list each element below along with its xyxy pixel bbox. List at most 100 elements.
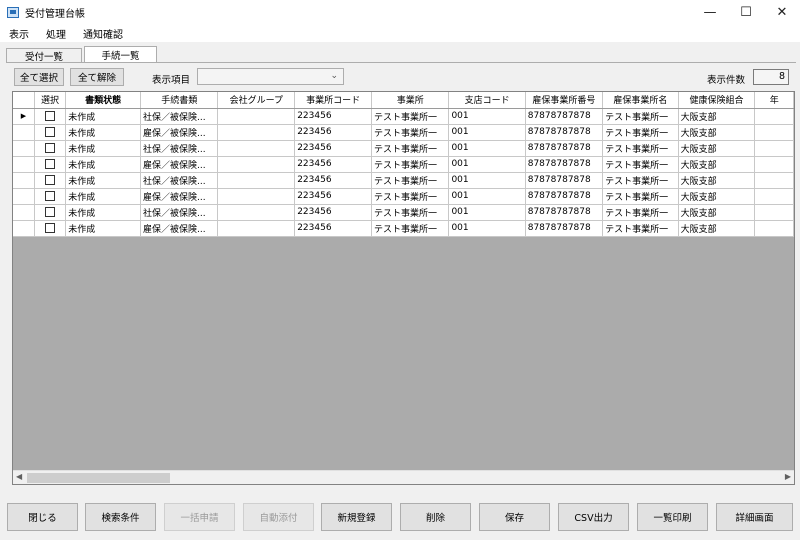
cell-emp-office-name[interactable]: テスト事業所一 bbox=[602, 140, 679, 157]
cell-procedure-document[interactable]: 雇保／被保険... bbox=[140, 156, 219, 173]
cell-emp-office-number[interactable]: 87878787878 bbox=[525, 188, 604, 205]
cell-office-code[interactable]: 223456 bbox=[294, 124, 373, 141]
col-header-office[interactable]: 事業所 bbox=[371, 92, 450, 109]
cell-branch-code[interactable]: 001 bbox=[448, 188, 526, 205]
cell-company-group[interactable] bbox=[217, 204, 296, 221]
menu-view[interactable]: 表示 bbox=[0, 26, 37, 41]
cell-health-insurance[interactable]: 大阪支部 bbox=[678, 172, 756, 189]
cell-office[interactable]: テスト事業所一 bbox=[371, 204, 450, 221]
cell-office-code[interactable]: 223456 bbox=[294, 220, 373, 237]
cell-truncated[interactable] bbox=[754, 204, 794, 221]
cell-document-status[interactable]: 未作成 bbox=[65, 140, 142, 157]
delete-button[interactable]: 削除 bbox=[400, 503, 471, 531]
menu-notification[interactable]: 通知確認 bbox=[74, 26, 131, 41]
cell-company-group[interactable] bbox=[217, 108, 296, 125]
cell-emp-office-number[interactable]: 87878787878 bbox=[525, 108, 604, 125]
select-checkbox[interactable] bbox=[44, 142, 55, 153]
cell-office[interactable]: テスト事業所一 bbox=[371, 108, 450, 125]
cell-office-code[interactable]: 223456 bbox=[294, 204, 373, 221]
new-register-button[interactable]: 新規登録 bbox=[321, 503, 392, 531]
table-row[interactable]: 未作成 雇保／被保険... 223456 テスト事業所一 001 87878787878 テ… bbox=[13, 124, 794, 141]
cell-company-group[interactable] bbox=[217, 220, 296, 237]
select-checkbox[interactable] bbox=[44, 158, 55, 169]
data-grid[interactable]: 選択 書類状態 手続書類 会社グループ 事業所コード 事業所 支店コード 雇保事… bbox=[12, 91, 795, 485]
cell-document-status[interactable]: 未作成 bbox=[65, 204, 142, 221]
cell-procedure-document[interactable]: 雇保／被保険... bbox=[140, 124, 219, 141]
cell-branch-code[interactable]: 001 bbox=[448, 108, 526, 125]
cell-office-code[interactable]: 223456 bbox=[294, 140, 373, 157]
col-header-select[interactable]: 選択 bbox=[34, 92, 67, 109]
cell-emp-office-number[interactable]: 87878787878 bbox=[525, 140, 604, 157]
cell-truncated[interactable] bbox=[754, 156, 794, 173]
save-button[interactable]: 保存 bbox=[479, 503, 550, 531]
table-row[interactable]: 未作成 雇保／被保険... 223456 テスト事業所一 001 87878787878 テ… bbox=[13, 220, 794, 237]
col-header-emp-office-name[interactable]: 雇保事業所名 bbox=[602, 92, 679, 109]
select-all-button[interactable]: 全て選択 bbox=[14, 68, 64, 86]
row-header[interactable] bbox=[13, 140, 35, 157]
cell-health-insurance[interactable]: 大阪支部 bbox=[678, 204, 756, 221]
search-conditions-button[interactable]: 検索条件 bbox=[85, 503, 156, 531]
cell-emp-office-number[interactable]: 87878787878 bbox=[525, 172, 604, 189]
table-row[interactable]: 未作成 社保／被保険... 223456 テスト事業所一 001 87878787878 テ… bbox=[13, 172, 794, 189]
col-header-health-insurance[interactable]: 健康保険組合 bbox=[678, 92, 756, 109]
display-item-select[interactable]: ⌄ bbox=[197, 68, 344, 85]
cell-emp-office-number[interactable]: 87878787878 bbox=[525, 124, 604, 141]
maximize-button[interactable]: ☐ bbox=[728, 0, 764, 24]
horizontal-scrollbar[interactable]: ◀ ▶ bbox=[13, 470, 794, 484]
cell-procedure-document[interactable]: 社保／被保険... bbox=[140, 204, 219, 221]
scroll-left-icon[interactable]: ◀ bbox=[16, 472, 22, 481]
scroll-thumb[interactable] bbox=[27, 473, 170, 483]
col-header-company-group[interactable]: 会社グループ bbox=[217, 92, 296, 109]
deselect-all-button[interactable]: 全て解除 bbox=[70, 68, 124, 86]
cell-office[interactable]: テスト事業所一 bbox=[371, 156, 450, 173]
cell-truncated[interactable] bbox=[754, 140, 794, 157]
cell-emp-office-name[interactable]: テスト事業所一 bbox=[602, 188, 679, 205]
close-button[interactable]: 閉じる bbox=[7, 503, 78, 531]
cell-company-group[interactable] bbox=[217, 172, 296, 189]
cell-emp-office-name[interactable]: テスト事業所一 bbox=[602, 124, 679, 141]
auto-attach-button[interactable]: 自動添付 bbox=[243, 503, 314, 531]
tab-reception-list[interactable]: 受付一覧 bbox=[6, 48, 82, 63]
cell-branch-code[interactable]: 001 bbox=[448, 220, 526, 237]
cell-emp-office-name[interactable]: テスト事業所一 bbox=[602, 172, 679, 189]
print-list-button[interactable]: 一覧印刷 bbox=[637, 503, 708, 531]
col-header-branch-code[interactable]: 支店コード bbox=[448, 92, 526, 109]
cell-document-status[interactable]: 未作成 bbox=[65, 172, 142, 189]
col-header-truncated[interactable]: 年 bbox=[754, 92, 794, 109]
col-header-procedure-document[interactable]: 手続書類 bbox=[140, 92, 219, 109]
cell-branch-code[interactable]: 001 bbox=[448, 140, 526, 157]
col-header-document-status[interactable]: 書類状態 bbox=[65, 92, 142, 109]
cell-procedure-document[interactable]: 社保／被保険... bbox=[140, 108, 219, 125]
cell-office[interactable]: テスト事業所一 bbox=[371, 172, 450, 189]
row-header[interactable] bbox=[13, 188, 35, 205]
cell-emp-office-number[interactable]: 87878787878 bbox=[525, 220, 604, 237]
cell-company-group[interactable] bbox=[217, 156, 296, 173]
cell-emp-office-name[interactable]: テスト事業所一 bbox=[602, 204, 679, 221]
cell-company-group[interactable] bbox=[217, 124, 296, 141]
cell-truncated[interactable] bbox=[754, 172, 794, 189]
cell-emp-office-name[interactable]: テスト事業所一 bbox=[602, 220, 679, 237]
table-row[interactable]: ▶ 未作成 社保／被保険... 223456 テスト事業所一 001 87878787878… bbox=[13, 108, 794, 125]
select-checkbox[interactable] bbox=[44, 110, 55, 121]
cell-company-group[interactable] bbox=[217, 140, 296, 157]
select-checkbox[interactable] bbox=[44, 206, 55, 217]
bulk-apply-button[interactable]: 一括申請 bbox=[164, 503, 235, 531]
cell-document-status[interactable]: 未作成 bbox=[65, 108, 142, 125]
cell-health-insurance[interactable]: 大阪支部 bbox=[678, 140, 756, 157]
col-header-office-code[interactable]: 事業所コード bbox=[294, 92, 373, 109]
cell-emp-office-number[interactable]: 87878787878 bbox=[525, 156, 604, 173]
cell-branch-code[interactable]: 001 bbox=[448, 204, 526, 221]
cell-document-status[interactable]: 未作成 bbox=[65, 156, 142, 173]
cell-document-status[interactable]: 未作成 bbox=[65, 188, 142, 205]
cell-office[interactable]: テスト事業所一 bbox=[371, 124, 450, 141]
cell-document-status[interactable]: 未作成 bbox=[65, 220, 142, 237]
cell-office[interactable]: テスト事業所一 bbox=[371, 220, 450, 237]
table-row[interactable]: 未作成 社保／被保険... 223456 テスト事業所一 001 87878787878 テ… bbox=[13, 204, 794, 221]
cell-emp-office-name[interactable]: テスト事業所一 bbox=[602, 108, 679, 125]
cell-health-insurance[interactable]: 大阪支部 bbox=[678, 220, 756, 237]
cell-health-insurance[interactable]: 大阪支部 bbox=[678, 188, 756, 205]
cell-office[interactable]: テスト事業所一 bbox=[371, 140, 450, 157]
col-header-emp-office-number[interactable]: 雇保事業所番号 bbox=[525, 92, 604, 109]
cell-office[interactable]: テスト事業所一 bbox=[371, 188, 450, 205]
row-header[interactable] bbox=[13, 156, 35, 173]
